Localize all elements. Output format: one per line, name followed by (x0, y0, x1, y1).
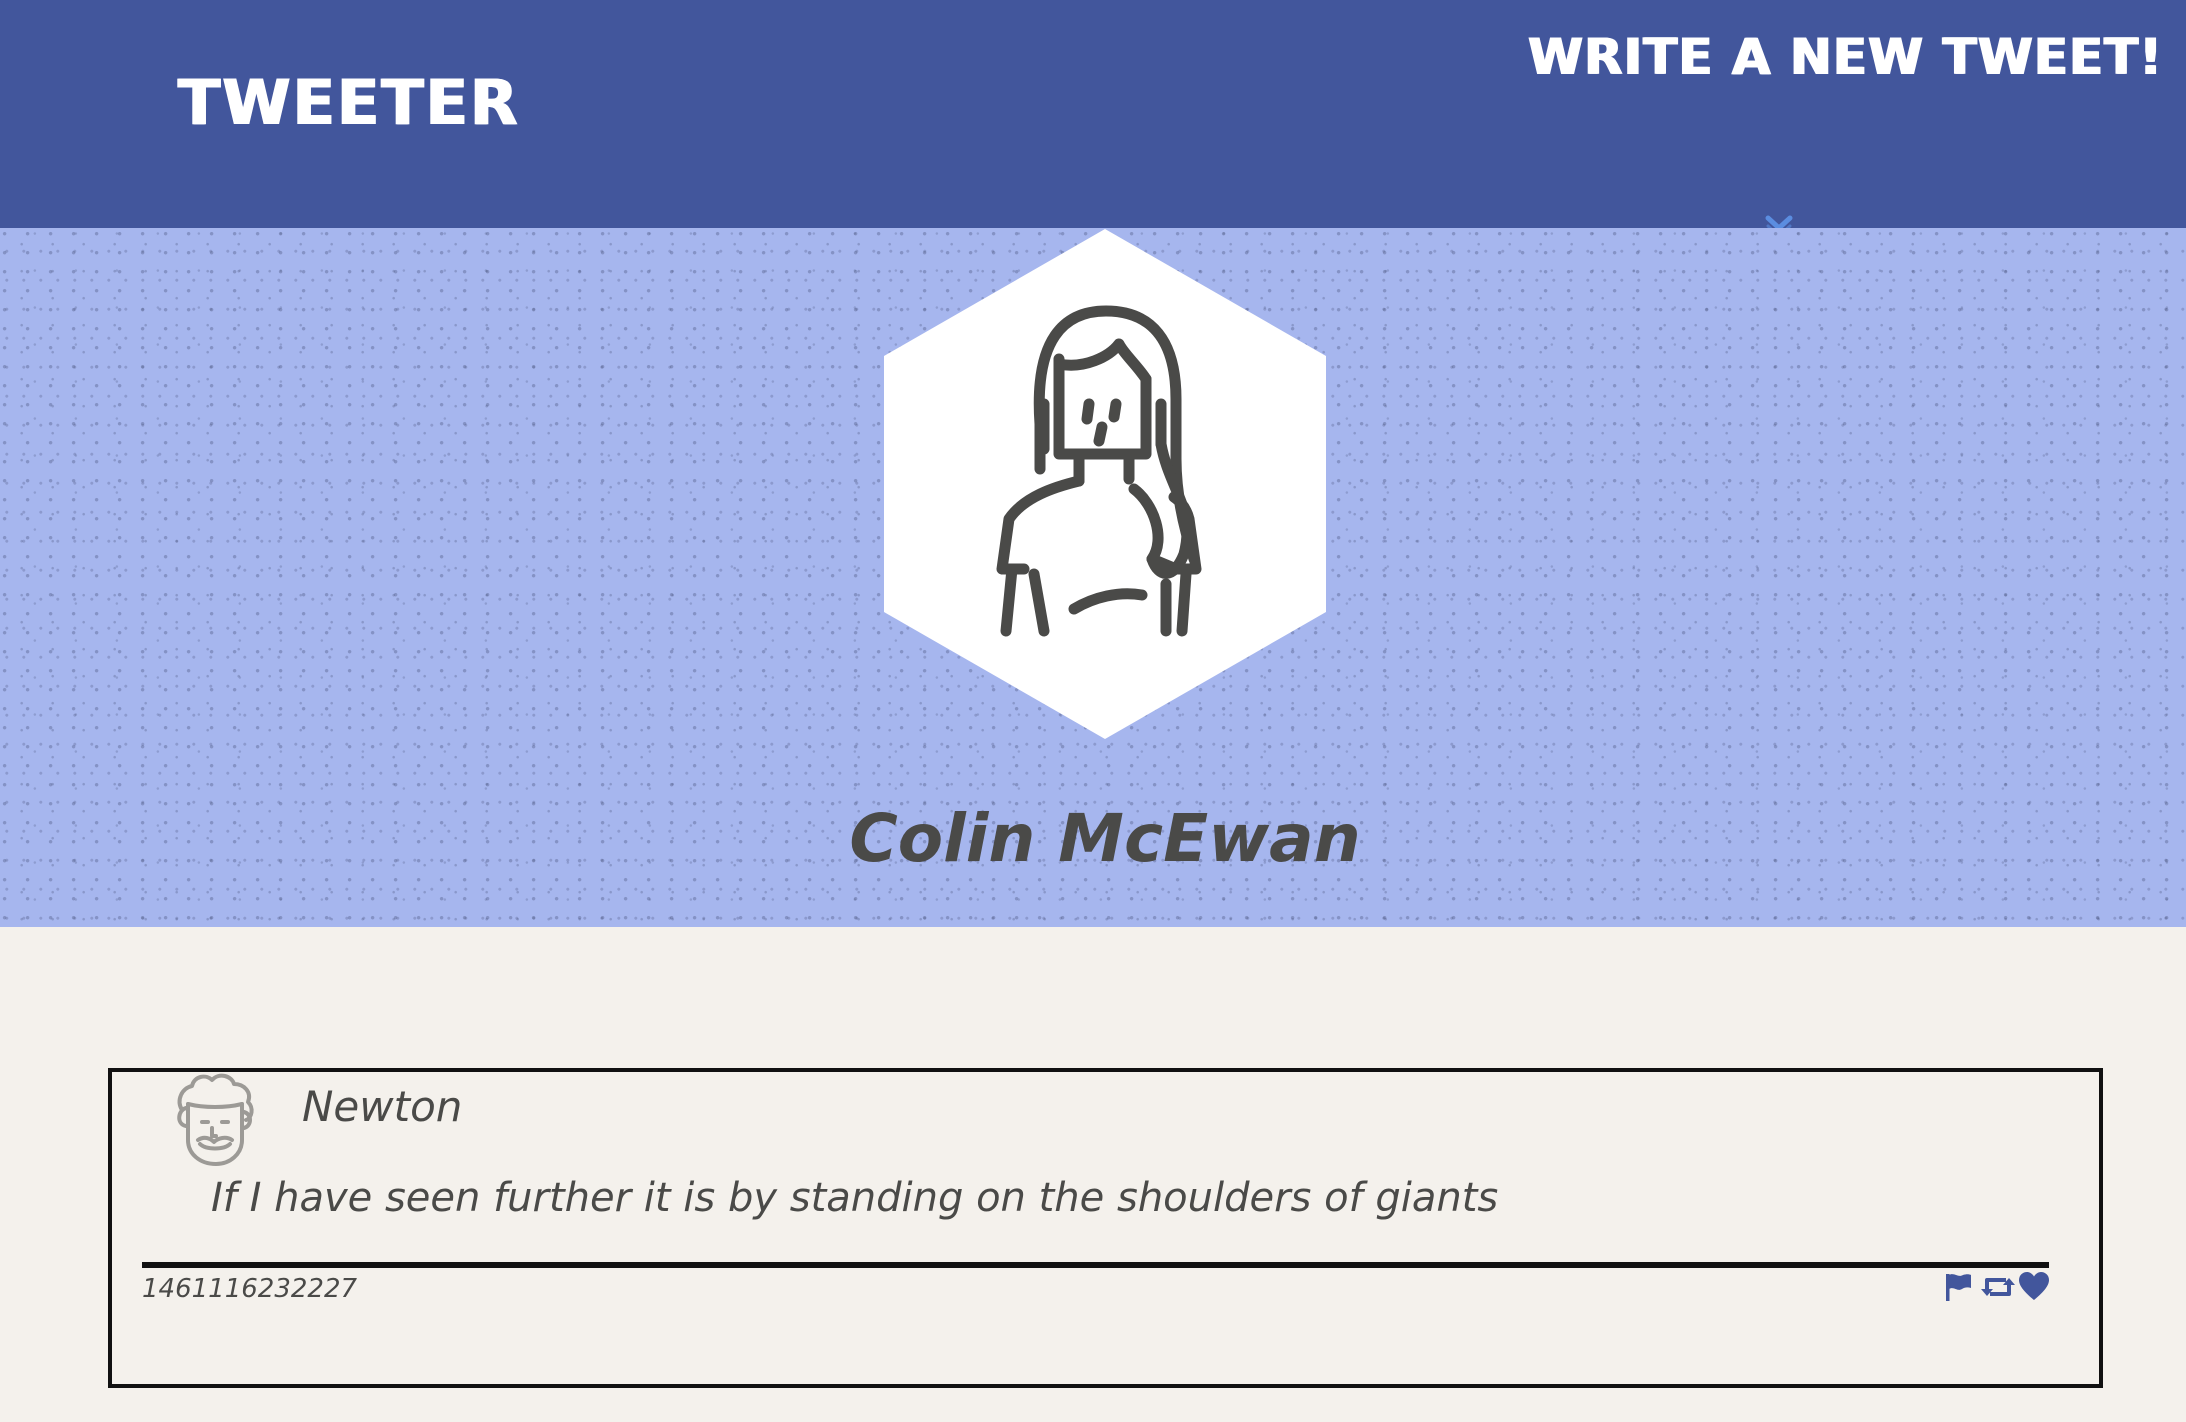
heart-icon[interactable] (2018, 1271, 2050, 1303)
brand-logo[interactable]: TWEETER (178, 72, 520, 134)
woman-avatar-icon (884, 229, 1326, 739)
flag-icon[interactable] (1942, 1271, 1974, 1303)
tweet-text: If I have seen further it is by standing… (211, 1175, 1499, 1221)
tweet-timestamp: 1461116232227 (142, 1274, 358, 1304)
profile-name: Colin McEwan (849, 800, 1361, 877)
man-avatar-icon (164, 1070, 264, 1170)
tweet-divider (142, 1262, 2049, 1268)
tweet-actions (1942, 1270, 2050, 1304)
navbar: TWEETER WRITE A NEW TWEET! (0, 0, 2186, 228)
tweet-author[interactable]: Newton (302, 1086, 462, 1128)
retweet-icon[interactable] (1980, 1271, 2015, 1303)
write-new-tweet-button[interactable]: WRITE A NEW TWEET! (1528, 32, 2163, 82)
